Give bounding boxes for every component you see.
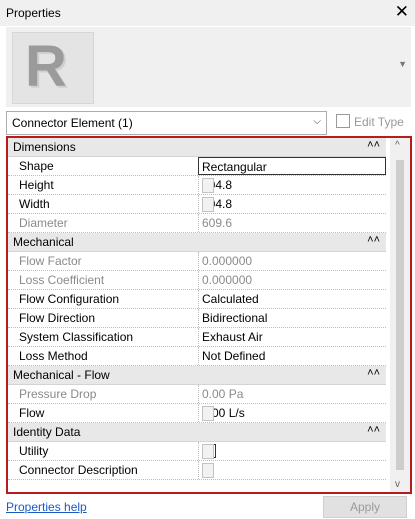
property-row-height[interactable]: Height 304.8 (8, 176, 386, 195)
property-row-loss-coefficient: Loss Coefficient 0.000000 (8, 271, 386, 290)
property-value-field[interactable]: 304.8 (198, 176, 385, 194)
revit-logo-icon: R (12, 32, 94, 104)
group-title: Identity Data (13, 425, 81, 439)
ellipsis-button[interactable] (202, 444, 214, 459)
element-selector-label: Connector Element (1) (12, 116, 133, 130)
property-row-connector-description[interactable]: Connector Description (8, 461, 386, 480)
collapse-icon[interactable]: ˄˄ (367, 234, 380, 246)
property-value: Rectangular (202, 160, 267, 174)
property-name: Loss Method (19, 349, 88, 363)
property-value: 0.000000 (202, 273, 253, 287)
edit-type-label: Edit Type (354, 115, 404, 129)
property-value-field[interactable]: Bidirectional (198, 309, 385, 327)
property-name: Diameter (19, 216, 68, 230)
property-value: 0.00 Pa (202, 387, 244, 401)
property-row-flow-direction[interactable]: Flow Direction Bidirectional (8, 309, 386, 328)
collapse-icon[interactable]: ˄˄ (367, 367, 380, 379)
properties-help-link[interactable]: Properties help (6, 500, 87, 514)
group-title: Mechanical - Flow (13, 368, 110, 382)
property-value: 609.6 (202, 216, 233, 230)
property-name: Flow Configuration (19, 292, 120, 306)
property-value: 0.000000 (202, 254, 253, 268)
property-name: System Classification (19, 330, 134, 344)
property-value-field: 609.6 (198, 214, 385, 232)
collapse-icon[interactable]: ˄˄ (367, 424, 380, 436)
property-value-field[interactable]: Exhaust Air (198, 328, 385, 346)
properties-footer: Properties help Apply (0, 494, 415, 519)
property-value: Not Defined (202, 349, 266, 363)
scroll-up-icon[interactable]: ^ (395, 140, 400, 151)
group-header-mechanical[interactable]: Mechanical ˄˄ (8, 233, 386, 252)
chevron-down-icon[interactable]: ⌵ (313, 116, 321, 127)
property-row-system-classification[interactable]: System Classification Exhaust Air (8, 328, 386, 347)
collapse-icon[interactable]: ˄˄ (367, 139, 380, 151)
property-name: Flow Factor (19, 254, 82, 268)
element-filter-row: Connector Element (1) ⌵ Edit Type (6, 111, 411, 135)
property-name: Loss Coefficient (19, 273, 105, 287)
scrollbar-thumb[interactable] (396, 160, 404, 470)
property-row-width[interactable]: Width 304.8 (8, 195, 386, 214)
type-selector[interactable]: R ▼ (6, 27, 411, 107)
property-value: Bidirectional (202, 311, 268, 325)
property-name: Flow Direction (19, 311, 96, 325)
property-value-field: 0.000000 (198, 252, 385, 270)
property-name: Connector Description (19, 463, 138, 477)
properties-titlebar: Properties ✕ (0, 0, 415, 26)
edit-type-button[interactable]: Edit Type (336, 114, 404, 129)
property-value: Exhaust Air (202, 330, 263, 344)
property-value-field: 0.00 Pa (198, 385, 385, 403)
property-value-field[interactable]: Rectangular (198, 157, 386, 175)
element-selector-dropdown[interactable]: Connector Element (1) ⌵ (6, 111, 327, 135)
property-name: Width (19, 197, 50, 211)
property-value-field[interactable] (198, 442, 385, 460)
thumbnail-letter: R (25, 34, 67, 99)
properties-grid: Dimensions ˄˄ Shape Rectangular Height 3… (6, 136, 412, 494)
scroll-down-icon[interactable]: v (395, 479, 400, 490)
property-value-field[interactable]: Not Defined (198, 347, 385, 365)
property-value-field[interactable]: Calculated (198, 290, 385, 308)
vertical-scrollbar[interactable]: ^ v (390, 138, 410, 492)
property-row-utility[interactable]: Utility (8, 442, 386, 461)
property-value-field: 0.000000 (198, 271, 385, 289)
property-value: Calculated (202, 292, 259, 306)
property-row-pressure-drop: Pressure Drop 0.00 Pa (8, 385, 386, 404)
ellipsis-button[interactable] (202, 197, 214, 212)
property-value-field[interactable] (198, 461, 385, 479)
ellipsis-button[interactable] (202, 463, 214, 478)
property-name: Utility (19, 444, 49, 458)
property-row-flow[interactable]: Flow 0.00 L/s (8, 404, 386, 423)
property-name: Shape (19, 159, 54, 173)
group-title: Mechanical (13, 235, 74, 249)
group-header-identity-data[interactable]: Identity Data ˄˄ (8, 423, 386, 442)
edit-type-icon (336, 114, 350, 128)
property-value-field[interactable]: 304.8 (198, 195, 385, 213)
window-title: Properties (6, 6, 61, 20)
property-value-field[interactable]: 0.00 L/s (198, 404, 385, 422)
property-row-flow-factor: Flow Factor 0.000000 (8, 252, 386, 271)
property-row-flow-configuration[interactable]: Flow Configuration Calculated (8, 290, 386, 309)
group-title: Dimensions (13, 140, 76, 154)
property-row-loss-method[interactable]: Loss Method Not Defined (8, 347, 386, 366)
property-name: Pressure Drop (19, 387, 97, 401)
property-row-shape[interactable]: Shape Rectangular (8, 157, 386, 176)
property-name: Flow (19, 406, 45, 420)
property-name: Height (19, 178, 54, 192)
apply-button[interactable]: Apply (323, 496, 407, 518)
chevron-down-icon[interactable]: ▼ (398, 59, 407, 69)
group-header-dimensions[interactable]: Dimensions ˄˄ (8, 138, 386, 157)
group-header-mechanical-flow[interactable]: Mechanical - Flow ˄˄ (8, 366, 386, 385)
close-icon[interactable]: ✕ (395, 2, 409, 22)
ellipsis-button[interactable] (202, 406, 214, 421)
property-row-diameter: Diameter 609.6 (8, 214, 386, 233)
ellipsis-button[interactable] (202, 178, 214, 193)
